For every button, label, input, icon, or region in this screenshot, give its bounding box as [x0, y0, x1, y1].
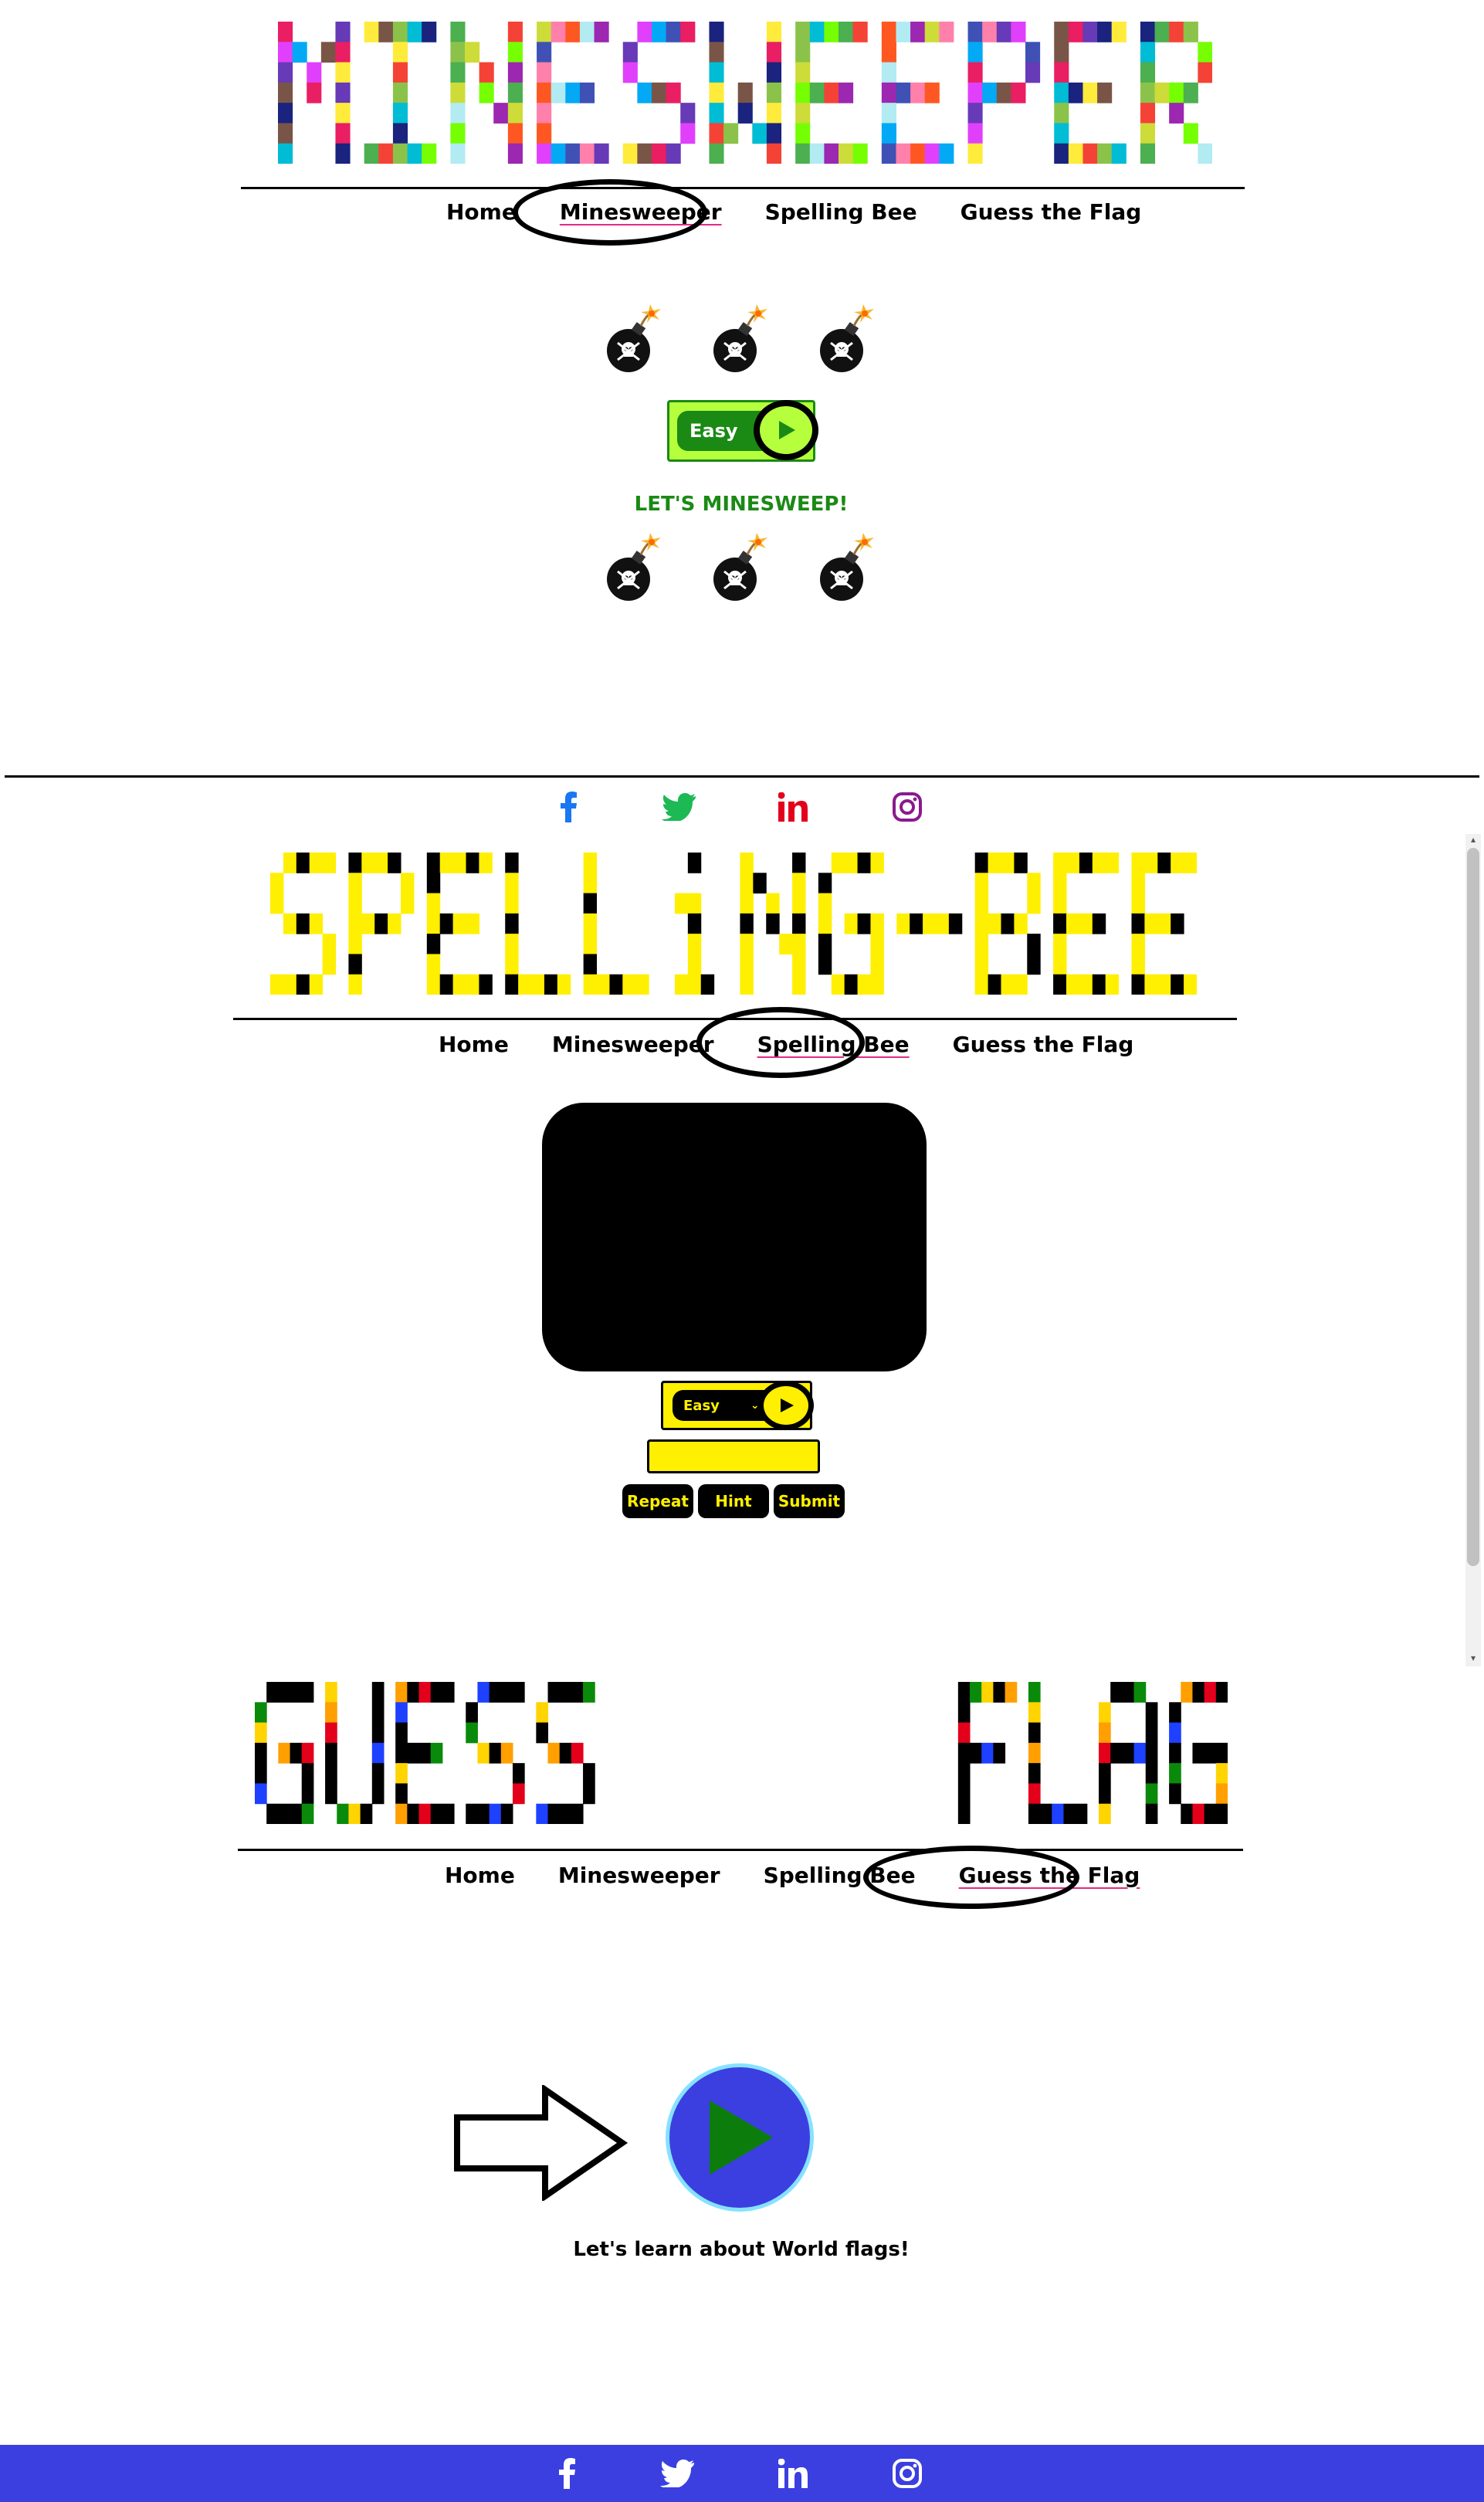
nav-minesweeper[interactable]: Minesweeper: [560, 199, 722, 225]
play-button[interactable]: [758, 1381, 814, 1430]
repeat-button[interactable]: Repeat: [622, 1484, 693, 1518]
linkedin-icon[interactable]: [775, 2456, 811, 2491]
bomb-icon: [605, 531, 667, 609]
guess-flag-nav: Home Minesweeper Spelling Bee Guess the …: [445, 1860, 1140, 1890]
nav-spelling-bee[interactable]: Spelling Bee: [765, 199, 917, 225]
bomb-icon: [712, 303, 774, 380]
hint-button[interactable]: Hint: [698, 1484, 769, 1518]
nav-home[interactable]: Home: [445, 1863, 515, 1888]
scrollbar-thumb[interactable]: [1467, 848, 1479, 1566]
instagram-icon[interactable]: [889, 2456, 925, 2491]
nav-guess-flag[interactable]: Guess the Flag: [953, 1032, 1134, 1057]
arrow-right-icon: [454, 2083, 628, 2205]
nav-home[interactable]: Home: [439, 1032, 509, 1057]
scroll-up-arrow[interactable]: ▴: [1467, 834, 1479, 845]
bomb-icon: [818, 531, 880, 609]
spelling-bee-title: [270, 853, 1197, 995]
guess-flag-title: [255, 1682, 1228, 1824]
nav-spelling-bee[interactable]: Spelling Bee: [757, 1032, 910, 1057]
twitter-icon[interactable]: [659, 2456, 695, 2491]
difficulty-label: Easy: [683, 1397, 720, 1414]
nav-home[interactable]: Home: [446, 199, 517, 225]
bomb-icon: [818, 303, 880, 380]
play-button[interactable]: [754, 400, 818, 460]
submit-button[interactable]: Submit: [774, 1484, 845, 1518]
minesweeper-tagline: LET'S MINESWEEP!: [634, 493, 849, 516]
bomb-icon: [712, 531, 774, 609]
play-icon: [710, 2100, 773, 2175]
footer: [0, 2445, 1484, 2502]
spelling-bee-nav: Home Minesweeper Spelling Bee Guess the …: [439, 1029, 1133, 1059]
instagram-icon[interactable]: [889, 789, 925, 825]
linkedin-icon[interactable]: [775, 789, 811, 825]
guess-flag-divider: [238, 1849, 1243, 1851]
minesweeper-nav: Home Minesweeper Spelling Bee Guess the …: [446, 196, 1141, 227]
nav-spelling-bee[interactable]: Spelling Bee: [764, 1863, 916, 1888]
minesweeper-title: [278, 22, 1212, 164]
spelling-bee-divider: [233, 1018, 1237, 1020]
play-icon: [781, 1398, 794, 1412]
nav-guess-flag[interactable]: Guess the Flag: [959, 1863, 1140, 1888]
twitter-icon[interactable]: [661, 789, 696, 825]
start-button[interactable]: [666, 2063, 814, 2212]
word-display-panel: [542, 1103, 927, 1371]
scroll-down-arrow[interactable]: ▾: [1467, 1653, 1479, 1663]
minesweeper-divider: [241, 187, 1245, 189]
play-icon: [779, 421, 795, 439]
nav-minesweeper[interactable]: Minesweeper: [552, 1032, 714, 1057]
section-divider: [5, 775, 1479, 778]
nav-minesweeper[interactable]: Minesweeper: [558, 1863, 720, 1888]
difficulty-label: Easy: [689, 420, 738, 442]
bomb-icon: [605, 303, 667, 380]
answer-input[interactable]: [647, 1439, 820, 1473]
guess-flag-tagline: Let's learn about World flags!: [573, 2238, 910, 2261]
nav-guess-flag[interactable]: Guess the Flag: [961, 199, 1142, 225]
facebook-icon[interactable]: [550, 2456, 585, 2491]
facebook-icon[interactable]: [551, 789, 587, 825]
